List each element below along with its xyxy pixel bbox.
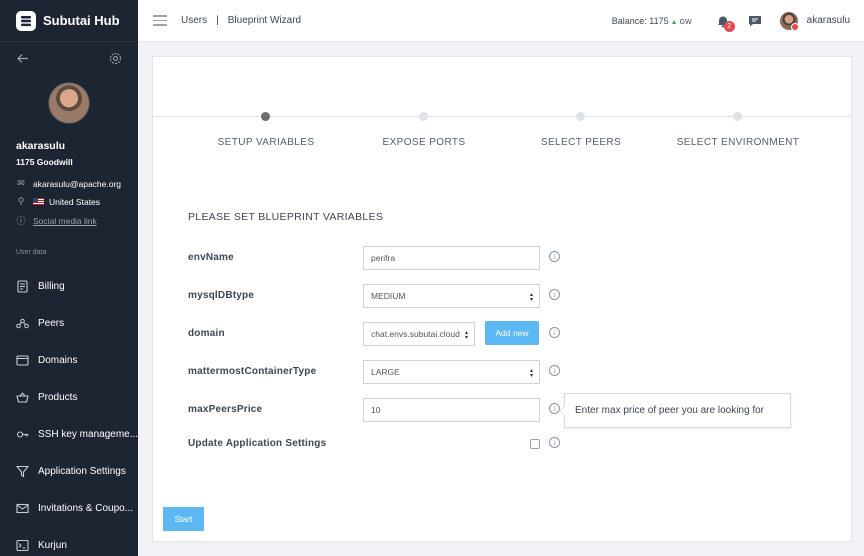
envelope-icon xyxy=(16,503,29,514)
subutai-logo-icon xyxy=(16,10,36,31)
sidebar-item-ssh-keys[interactable]: SSH key manageme... xyxy=(0,416,138,453)
step-setup-variables[interactable]: SETUP VARIABLES xyxy=(218,137,315,148)
sidebar-nav: Billing Peers Domains Products SSH key m… xyxy=(0,268,138,556)
terminal-icon xyxy=(16,539,29,552)
hamburger-menu-icon[interactable] xyxy=(153,12,167,29)
header-username[interactable]: akarasulu xyxy=(807,15,850,26)
profile-country: United States xyxy=(49,196,101,207)
sidebar-item-products[interactable]: Products xyxy=(0,379,138,416)
max-peers-price-tooltip: Enter max price of peer you are looking … xyxy=(559,393,791,428)
info-icon[interactable]: i xyxy=(549,327,560,338)
sidebar-item-application-settings[interactable]: Application Settings xyxy=(0,453,138,490)
balance-label: Balance: 1175 xyxy=(611,15,669,26)
us-flag-icon xyxy=(33,198,44,205)
sidebar-item-billing[interactable]: Billing xyxy=(0,268,138,305)
sidebar-item-kurjun[interactable]: Kurjun xyxy=(0,527,138,556)
sidebar-item-label: Products xyxy=(38,392,78,403)
mattermost-container-type-label: mattermostContainerType xyxy=(188,366,317,377)
step-dot-select-environment xyxy=(733,112,742,121)
ssh-key-icon xyxy=(16,431,29,438)
balance-unit: GW xyxy=(679,18,692,26)
notification-badge: 2 xyxy=(723,20,735,32)
sidebar-item-label: Invitations & Coupo... xyxy=(38,503,134,514)
step-select-environment[interactable]: SELECT ENVIRONMENT xyxy=(677,137,800,148)
gear-icon[interactable] xyxy=(109,52,122,65)
start-button[interactable]: Start xyxy=(163,507,204,531)
max-peers-price-label: maxPeersPrice xyxy=(188,404,263,415)
back-arrow-icon[interactable] xyxy=(16,52,29,65)
peers-icon xyxy=(16,318,29,329)
step-dot-select-peers xyxy=(576,112,585,121)
profile-email: akarasulu@apache.org xyxy=(33,178,122,189)
envname-input[interactable]: perifra xyxy=(363,246,540,270)
sidebar: Subutai Hub akarasulu 1175 Goodwill ✉ ak… xyxy=(0,0,138,556)
sidebar-item-label: Peers xyxy=(38,318,65,329)
sidebar-item-peers[interactable]: Peers xyxy=(0,305,138,342)
max-peers-price-input[interactable]: 10 xyxy=(363,398,540,422)
form-title: PLEASE SET BLUEPRINT VARIABLES xyxy=(188,211,384,223)
section-label-user-data: User data xyxy=(16,249,47,256)
sidebar-item-domains[interactable]: Domains xyxy=(0,342,138,379)
mysqldbtype-label: mysqlDBtype xyxy=(188,290,255,301)
info-icon[interactable]: i xyxy=(549,365,560,376)
location-pin-icon: ⚲ xyxy=(17,196,25,206)
domain-select[interactable]: chat.envs.subutai.cloud xyxy=(363,322,475,346)
sidebar-item-label: SSH key manageme... xyxy=(38,429,138,440)
envname-label: envName xyxy=(188,252,234,263)
breadcrumb-separator: | xyxy=(216,15,219,26)
domain-label: domain xyxy=(188,328,225,339)
caret-up-icon: ▲ xyxy=(670,18,678,26)
step-select-peers[interactable]: SELECT PEERS xyxy=(541,137,621,148)
sidebar-item-invitations[interactable]: Invitations & Coupo... xyxy=(0,490,138,527)
social-media-link[interactable]: Social media link xyxy=(33,216,97,226)
step-dot-setup-variables xyxy=(261,112,270,121)
step-dot-expose-ports xyxy=(419,112,428,121)
notifications-button[interactable]: 2 xyxy=(716,14,735,32)
sidebar-item-label: Domains xyxy=(38,355,78,366)
info-icon[interactable]: i xyxy=(549,251,560,262)
update-settings-checkbox[interactable] xyxy=(530,439,540,449)
top-header: Users | Blueprint Wizard Balance: 1175 ▲ G… xyxy=(138,0,864,42)
sidebar-item-label: Kurjun xyxy=(38,540,67,551)
sidebar-item-label: Billing xyxy=(38,281,65,292)
chat-icon[interactable] xyxy=(748,14,762,28)
info-icon[interactable]: i xyxy=(549,289,560,300)
add-domain-button[interactable]: Add new xyxy=(485,321,539,345)
info-icon[interactable]: i xyxy=(549,437,560,448)
envelope-icon: ✉ xyxy=(17,178,25,188)
profile-name: akarasulu xyxy=(16,140,66,152)
brand[interactable]: Subutai Hub xyxy=(0,0,138,42)
profile-balance: 1175 Goodwill xyxy=(16,157,73,167)
wizard-card: SETUP VARIABLES EXPOSE PORTS SELECT PEER… xyxy=(152,56,852,542)
header-balance: Balance: 1175 ▲ GW xyxy=(612,16,692,26)
billing-icon xyxy=(17,280,28,293)
update-settings-label: Update Application Settings xyxy=(188,438,327,449)
sidebar-item-label: Application Settings xyxy=(38,466,126,477)
wizard-progress-line xyxy=(153,116,851,117)
domains-icon xyxy=(16,355,29,366)
products-icon xyxy=(16,392,29,403)
info-circle-icon: ⓘ xyxy=(16,216,26,226)
breadcrumb-current: Blueprint Wizard xyxy=(227,15,302,26)
user-avatar[interactable] xyxy=(779,11,799,31)
step-expose-ports[interactable]: EXPOSE PORTS xyxy=(383,137,466,148)
mysqldbtype-select[interactable]: MEDIUM xyxy=(363,284,540,308)
filter-icon xyxy=(16,465,29,478)
brand-name: Subutai Hub xyxy=(43,13,120,28)
breadcrumb-users[interactable]: Users xyxy=(181,15,207,26)
mattermost-container-type-select[interactable]: LARGE xyxy=(363,360,540,384)
profile-avatar[interactable] xyxy=(48,82,90,124)
